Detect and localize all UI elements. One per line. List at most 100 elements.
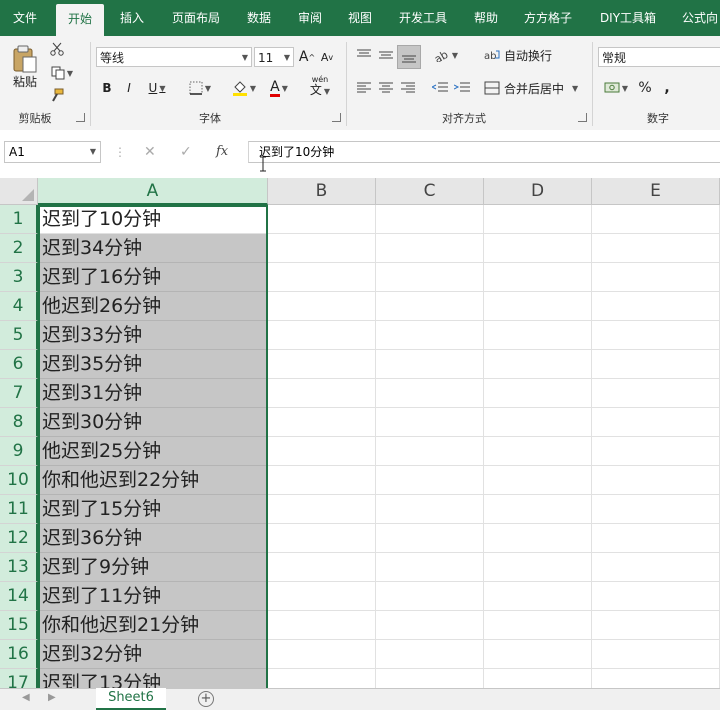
font-color-button[interactable]: A ▼ [264,78,294,98]
cell-a[interactable]: 迟到32分钟 [38,640,268,669]
paste-button[interactable]: 粘贴 [6,40,44,94]
cell[interactable] [376,466,484,495]
cell[interactable] [484,263,592,292]
cell[interactable] [484,495,592,524]
alignment-launcher-icon[interactable] [578,113,587,122]
cell[interactable] [268,408,376,437]
ribbon-tab[interactable]: 审阅 [286,0,334,36]
cell[interactable] [268,611,376,640]
cell[interactable] [484,205,592,234]
confirm-entry-button[interactable]: ✓ [180,141,192,163]
column-header[interactable]: E [592,178,720,205]
cell-a[interactable]: 你和他迟到21分钟 [38,611,268,640]
cell-a[interactable]: 迟到35分钟 [38,350,268,379]
cell-a[interactable]: 迟到了13分钟 [38,669,268,688]
cell-a[interactable]: 迟到36分钟 [38,524,268,553]
row-header[interactable]: 16 [0,640,38,669]
cell[interactable] [592,466,720,495]
row-header[interactable]: 8 [0,408,38,437]
cell[interactable] [484,379,592,408]
cut-icon[interactable] [48,40,66,58]
cell-a[interactable]: 你和他迟到22分钟 [38,466,268,495]
cell-a[interactable]: 迟到了10分钟 [38,205,268,234]
cell[interactable] [376,379,484,408]
cell-a[interactable]: 迟到了15分钟 [38,495,268,524]
column-header[interactable]: C [376,178,484,205]
accounting-format-button[interactable]: ▼ [600,78,632,98]
scroll-right-icon[interactable]: ▶ [48,692,56,703]
format-painter-icon[interactable] [48,86,66,104]
cell[interactable] [484,437,592,466]
worksheet-grid[interactable]: A B C D E 1 迟到了10分钟 2 迟到34分钟 3 迟到了16分钟 4 他迟到26分钟 5 迟到3… [0,178,720,688]
cell[interactable] [592,408,720,437]
cell[interactable] [268,263,376,292]
sheet-tab[interactable]: Sheet6 [96,688,166,710]
cell[interactable] [484,234,592,263]
cell[interactable] [268,669,376,688]
decrease-font-size-button[interactable]: Av [318,47,336,67]
cell[interactable] [592,640,720,669]
ribbon-tab[interactable]: DIY工具箱 [590,0,666,36]
row-header[interactable]: 15 [0,611,38,640]
cancel-entry-button[interactable]: ✕ [144,141,156,163]
cell[interactable] [268,321,376,350]
align-middle-button[interactable] [376,45,396,65]
row-header[interactable]: 3 [0,263,38,292]
fill-color-button[interactable]: ▼ [228,78,260,98]
cell[interactable] [592,669,720,688]
cell-a[interactable]: 迟到了9分钟 [38,553,268,582]
ribbon-tab[interactable]: 数据 [236,0,282,36]
wrap-text-button[interactable]: ab 自动换行 [484,45,554,65]
row-header[interactable]: 17 [0,669,38,688]
cell[interactable] [376,640,484,669]
cell[interactable] [592,379,720,408]
row-header[interactable]: 2 [0,234,38,263]
select-all-button[interactable] [0,178,38,205]
cell[interactable] [484,292,592,321]
cell[interactable] [484,582,592,611]
cell[interactable] [592,611,720,640]
row-header[interactable]: 13 [0,553,38,582]
cell-a[interactable]: 他迟到26分钟 [38,292,268,321]
cell-a[interactable]: 迟到30分钟 [38,408,268,437]
cell[interactable] [592,234,720,263]
copy-icon[interactable]: ▼ [48,64,76,82]
cell[interactable] [376,611,484,640]
cell[interactable] [268,234,376,263]
cell[interactable] [376,408,484,437]
increase-indent-button[interactable] [452,78,472,98]
cell-a[interactable]: 迟到了16分钟 [38,263,268,292]
cell[interactable] [484,553,592,582]
align-top-button[interactable] [354,45,374,65]
cell[interactable] [592,524,720,553]
ribbon-tab[interactable]: 开发工具 [386,0,460,36]
ribbon-tab[interactable]: 文件 [0,0,50,36]
cell[interactable] [592,292,720,321]
cell[interactable] [376,437,484,466]
cell[interactable] [484,524,592,553]
cell[interactable] [268,495,376,524]
merge-center-button[interactable]: 合并后居中 ▼ [484,78,582,98]
row-header[interactable]: 1 [0,205,38,234]
cell[interactable] [268,582,376,611]
cell-a[interactable]: 迟到33分钟 [38,321,268,350]
cell[interactable] [592,205,720,234]
cell[interactable] [376,350,484,379]
cell[interactable] [592,582,720,611]
cell[interactable] [376,495,484,524]
cell[interactable] [376,292,484,321]
column-header[interactable]: A [38,178,268,205]
cell[interactable] [376,263,484,292]
row-header[interactable]: 11 [0,495,38,524]
number-format-select[interactable]: 常规 [598,47,720,67]
row-header[interactable]: 9 [0,437,38,466]
scroll-left-icon[interactable]: ◀ [22,692,30,703]
cell[interactable] [376,205,484,234]
cell[interactable] [268,553,376,582]
row-header[interactable]: 4 [0,292,38,321]
increase-font-size-button[interactable]: A ^ [298,47,316,67]
ribbon-tab[interactable]: 页面布局 [160,0,232,36]
cell[interactable] [376,669,484,688]
column-header[interactable]: D [484,178,592,205]
row-header[interactable]: 10 [0,466,38,495]
